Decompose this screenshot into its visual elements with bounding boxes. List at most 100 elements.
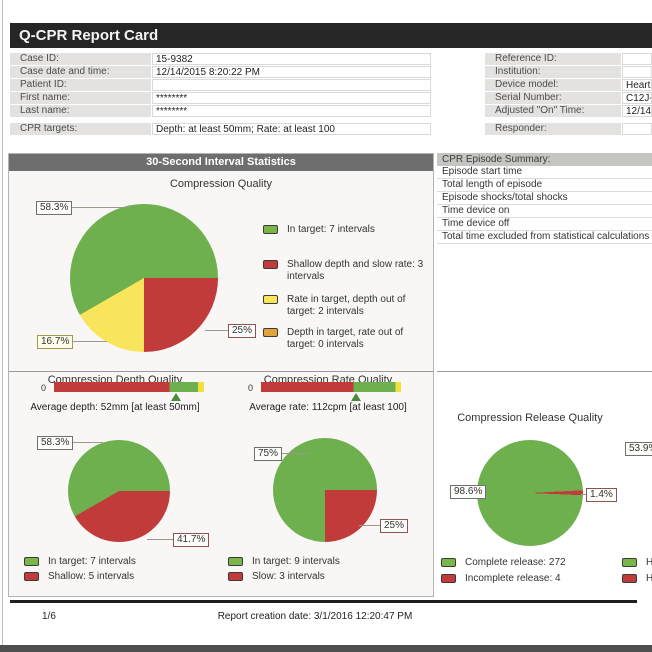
- legend-item: Shallow: 5 intervals: [24, 571, 204, 583]
- release-label-green: 98.6%: [450, 485, 487, 499]
- page-number: 1/6: [42, 611, 56, 622]
- legend-item: In target: 7 intervals: [263, 224, 423, 236]
- compression-depth-pie: [68, 440, 170, 542]
- depth-gauge-marker-triangle: [171, 393, 181, 401]
- compression-quality-pie: [70, 204, 218, 352]
- legend-label: Hand: [646, 573, 652, 584]
- depth-pie-label-green: 58.3%: [37, 436, 74, 450]
- legend-item: Slow: 3 intervals: [228, 571, 408, 583]
- red-swatch-icon: [622, 574, 637, 583]
- right-panel-divider: [437, 371, 652, 372]
- field-label-first-name: First name:: [10, 92, 151, 104]
- pie-label-rate-only: 16.7%: [37, 335, 74, 349]
- legend-item: Complete release: 272: [441, 557, 611, 569]
- interval-statistics-panel: 30-Second Interval Statistics Compressio…: [8, 153, 434, 597]
- legend-label: Shallow: 5 intervals: [48, 571, 135, 582]
- rate-gauge-bar: [261, 382, 401, 392]
- field-value-case-date: 12/14/2015 8:20:22 PM: [152, 66, 431, 78]
- release-label-red: 1.4%: [586, 488, 617, 502]
- field-value-device-model: HeartS: [622, 79, 652, 91]
- field-label-case-id: Case ID:: [10, 53, 151, 65]
- field-label-reference-id: Reference ID:: [485, 53, 621, 65]
- episode-summary-row: Time device off: [437, 218, 652, 231]
- green-swatch-icon: [441, 558, 456, 567]
- legend-label: Shallow depth and slow rate: 3 intervals: [287, 259, 424, 282]
- red-swatch-icon: [24, 572, 39, 581]
- legend-label: Slow: 3 intervals: [252, 571, 325, 582]
- field-value-serial-number: C12J-0: [622, 92, 652, 104]
- field-label-serial-number: Serial Number:: [485, 92, 621, 104]
- footer-rule: [10, 600, 637, 603]
- field-value-reference-id: [622, 53, 652, 65]
- leader-line: [359, 525, 380, 526]
- red-swatch-icon: [441, 574, 456, 583]
- field-label-case-date: Case date and time:: [10, 66, 151, 78]
- depth-gauge-bar: [54, 382, 204, 392]
- depth-pie-label-red: 41.7%: [173, 533, 210, 547]
- orange-swatch-icon: [263, 328, 278, 337]
- report-title-bar: Q-CPR Report Card: [10, 23, 652, 48]
- episode-summary-row: Episode start time: [437, 166, 652, 179]
- yellow-swatch-icon: [263, 295, 278, 304]
- legend-label: Depth in target, rate out of target: 0 i…: [287, 327, 404, 350]
- field-label-institution: Institution:: [485, 66, 621, 78]
- partial-chart-label: 53.9%: [625, 442, 652, 456]
- rate-pie-label-green: 75%: [254, 447, 283, 461]
- compression-quality-title: Compression Quality: [169, 178, 273, 190]
- field-value-adjusted-on-time: 12/14/2: [622, 105, 652, 117]
- field-value-patient-id: [152, 79, 431, 91]
- field-value-case-id: 15-9382: [152, 53, 431, 65]
- episode-summary-row: Total length of episode: [437, 179, 652, 192]
- red-swatch-icon: [228, 572, 243, 581]
- green-swatch-icon: [24, 557, 39, 566]
- red-swatch-icon: [263, 260, 278, 269]
- rate-pie-label-red: 25%: [380, 519, 409, 533]
- report-title: Q-CPR Report Card: [19, 27, 159, 44]
- pie-label-shallow-slow: 25%: [228, 324, 257, 338]
- green-swatch-icon: [622, 558, 637, 567]
- leader-line: [282, 453, 308, 454]
- green-swatch-icon: [263, 225, 278, 234]
- legend-label: In target: 7 intervals: [48, 556, 136, 567]
- leader-line: [69, 341, 107, 342]
- legend-item: Shallow depth and slow rate: 3 intervals: [263, 259, 433, 283]
- legend-item: Hand: [622, 557, 652, 569]
- leader-line: [205, 330, 229, 331]
- report-creation-date: Report creation date: 3/1/2016 12:20:47 …: [217, 611, 413, 622]
- rate-caption: Average rate: 112cpm [at least 100]: [249, 402, 407, 413]
- interval-statistics-header: 30-Second Interval Statistics: [9, 154, 433, 171]
- legend-item: Depth in target, rate out of target: 0 i…: [263, 327, 428, 351]
- field-label-cpr-targets: CPR targets:: [10, 123, 151, 135]
- field-label-patient-id: Patient ID:: [10, 79, 151, 91]
- depth-gauge-min: 0: [41, 383, 47, 393]
- legend-label: Complete release: 272: [465, 557, 566, 568]
- legend-item: In target: 7 intervals: [24, 556, 204, 568]
- field-label-last-name: Last name:: [10, 105, 151, 117]
- field-value-responder: [622, 123, 652, 135]
- field-label-adjusted-on-time: Adjusted "On" Time:: [485, 105, 621, 117]
- episode-summary-row: Total time excluded from statistical cal…: [437, 231, 652, 244]
- bottom-bar: [0, 645, 652, 652]
- qcpr-report-page: Q-CPR Report Card Case ID: 15-9382 Case …: [0, 0, 652, 652]
- field-value-last-name: ********: [152, 105, 431, 117]
- legend-label: In target: 7 intervals: [287, 224, 375, 235]
- section-divider: [9, 371, 433, 372]
- leader-line: [147, 539, 173, 540]
- release-quality-title: Compression Release Quality: [457, 412, 603, 424]
- legend-item: Rate in target, depth out of target: 2 i…: [263, 294, 428, 318]
- pie-label-in-target: 58.3%: [36, 201, 73, 215]
- page-left-edge: [2, 0, 3, 645]
- rate-gauge-min: 0: [248, 383, 254, 393]
- legend-item: Incomplete release: 4: [441, 573, 611, 585]
- episode-summary-row: Time device on: [437, 205, 652, 218]
- legend-label: Incomplete release: 4: [465, 573, 561, 584]
- field-value-cpr-targets: Depth: at least 50mm; Rate: at least 100: [152, 123, 431, 135]
- green-swatch-icon: [228, 557, 243, 566]
- episode-summary-row: Episode shocks/total shocks: [437, 192, 652, 205]
- legend-item: In target: 9 intervals: [228, 556, 408, 568]
- legend-label: Hand: [646, 557, 652, 568]
- field-label-responder: Responder:: [485, 123, 621, 135]
- field-value-first-name: ********: [152, 92, 431, 104]
- field-value-institution: [622, 66, 652, 78]
- legend-label: In target: 9 intervals: [252, 556, 340, 567]
